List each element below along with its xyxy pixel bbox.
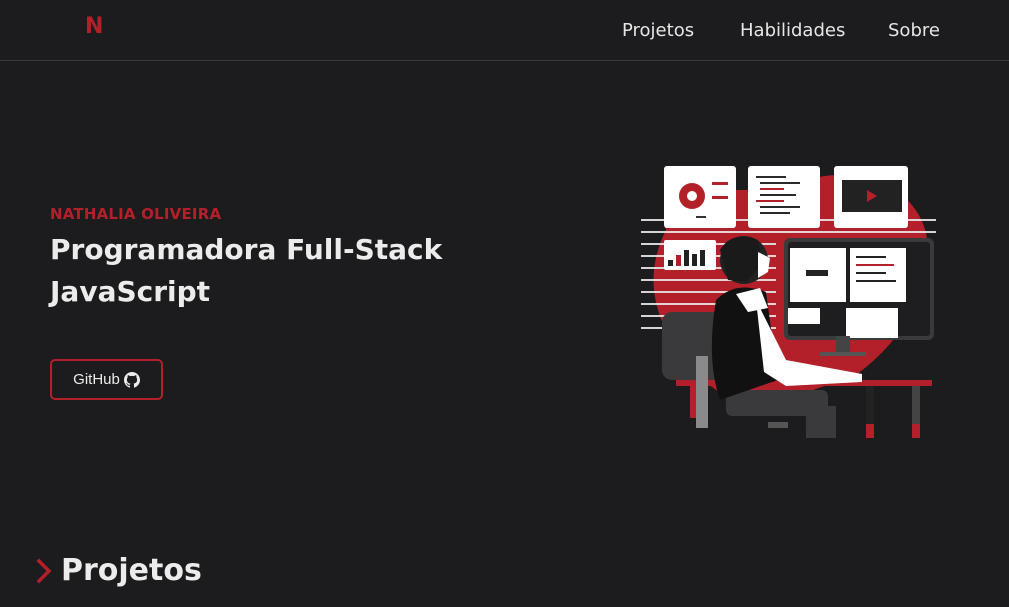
chevron-right-icon [35,558,53,584]
logo[interactable]: N [85,14,103,39]
section-heading-projetos: Projetos [35,553,202,588]
hero-name: NATHALIA OLIVEIRA [50,205,222,223]
nav-link-projetos[interactable]: Projetos [622,20,694,41]
nav-link-sobre[interactable]: Sobre [888,20,940,41]
developer-illustration [636,160,936,442]
section-title: Projetos [61,553,202,588]
top-navigation-bar: N Projetos Habilidades Sobre [0,0,1009,61]
hero-title: Programadora Full-Stack JavaScript [50,233,443,308]
github-button[interactable]: GitHub [50,359,163,400]
nav-link-habilidades[interactable]: Habilidades [740,20,845,41]
github-button-label: GitHub [73,371,120,388]
github-icon [123,371,140,388]
